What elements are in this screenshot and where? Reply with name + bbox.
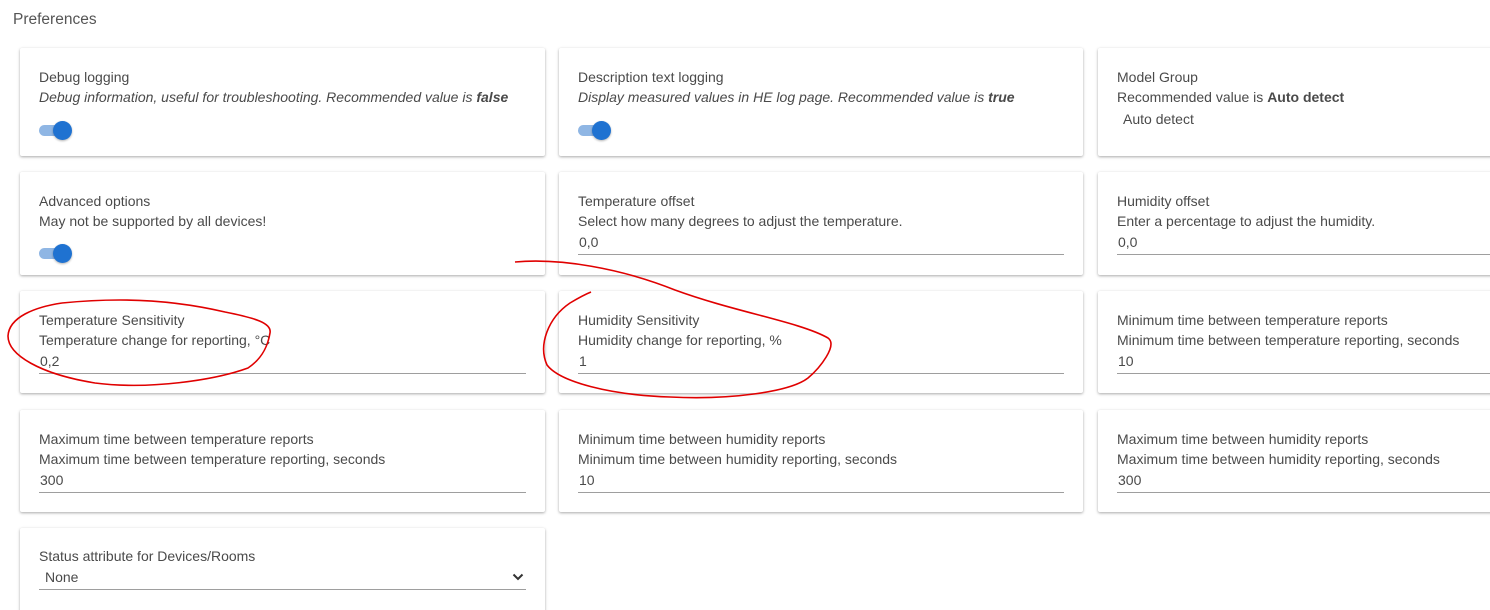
status-attribute-select[interactable]: None [39,568,526,590]
humidity-sensitivity-description: Humidity change for reporting, % [578,332,782,348]
debug-logging-card: Debug logging Debug information, useful … [20,48,545,156]
debug-logging-label: Debug logging [39,69,130,85]
min-temperature-reports-label: Minimum time between temperature reports [1117,312,1388,328]
min-temperature-reports-description: Minimum time between temperature reporti… [1117,332,1460,348]
humidity-sensitivity-card: Humidity Sensitivity Humidity change for… [559,291,1083,393]
temperature-offset-card: Temperature offset Select how many degre… [559,172,1083,275]
debug-logging-toggle[interactable] [39,121,73,140]
min-humidity-reports-input[interactable]: 10 [578,471,1064,493]
section-title: Preferences [13,11,97,28]
humidity-offset-label: Humidity offset [1117,193,1210,209]
description-text-logging-card: Description text logging Display measure… [559,48,1083,156]
toggle-knob [53,121,72,140]
description-text-logging-description: Display measured values in HE log page. … [578,89,1015,105]
advanced-options-card: Advanced options May not be supported by… [20,172,545,275]
max-humidity-reports-card: Maximum time between humidity reports Ma… [1098,410,1490,512]
advanced-options-label: Advanced options [39,193,151,209]
temperature-offset-input[interactable]: 0,0 [578,233,1064,255]
toggle-knob [592,121,611,140]
model-group-select[interactable]: Auto detect [1123,111,1194,127]
humidity-offset-input[interactable]: 0,0 [1117,233,1490,255]
temperature-offset-description: Select how many degrees to adjust the te… [578,213,903,229]
temperature-sensitivity-card: Temperature Sensitivity Temperature chan… [20,291,545,393]
temperature-sensitivity-label: Temperature Sensitivity [39,312,185,328]
max-humidity-reports-label: Maximum time between humidity reports [1117,431,1369,447]
status-attribute-label: Status attribute for Devices/Rooms [39,548,256,564]
temperature-sensitivity-input[interactable]: 0,2 [39,352,526,374]
description-text-logging-toggle[interactable] [578,121,612,140]
advanced-options-toggle[interactable] [39,244,73,263]
max-temperature-reports-card: Maximum time between temperature reports… [20,410,545,512]
max-temperature-reports-label: Maximum time between temperature reports [39,431,314,447]
status-attribute-card: Status attribute for Devices/Rooms None [20,528,545,610]
min-temperature-reports-input[interactable]: 10 [1117,352,1490,374]
max-humidity-reports-input[interactable]: 300 [1117,471,1490,493]
advanced-options-description: May not be supported by all devices! [39,213,267,229]
description-text-logging-label: Description text logging [578,69,724,85]
humidity-sensitivity-input[interactable]: 1 [578,352,1064,374]
temperature-sensitivity-description: Temperature change for reporting, °C [39,332,271,348]
min-temperature-reports-card: Minimum time between temperature reports… [1098,291,1490,393]
preferences-page: Preferences Debug logging Debug informat… [0,0,1490,610]
status-attribute-value: None [45,569,79,585]
humidity-offset-card: Humidity offset Enter a percentage to ad… [1098,172,1490,275]
max-temperature-reports-input[interactable]: 300 [39,471,526,493]
min-humidity-reports-card: Minimum time between humidity reports Mi… [559,410,1083,512]
humidity-offset-description: Enter a percentage to adjust the humidit… [1117,213,1376,229]
model-group-card: Model Group Recommended value is Auto de… [1098,48,1490,156]
model-group-label: Model Group [1117,69,1198,85]
max-humidity-reports-description: Maximum time between humidity reporting,… [1117,451,1440,467]
min-humidity-reports-label: Minimum time between humidity reports [578,431,826,447]
model-group-description: Recommended value is Auto detect [1117,89,1345,105]
chevron-down-icon [512,573,524,581]
temperature-offset-label: Temperature offset [578,193,695,209]
humidity-sensitivity-label: Humidity Sensitivity [578,312,700,328]
max-temperature-reports-description: Maximum time between temperature reporti… [39,451,386,467]
toggle-knob [53,244,72,263]
debug-logging-description: Debug information, useful for troublesho… [39,89,509,105]
min-humidity-reports-description: Minimum time between humidity reporting,… [578,451,898,467]
